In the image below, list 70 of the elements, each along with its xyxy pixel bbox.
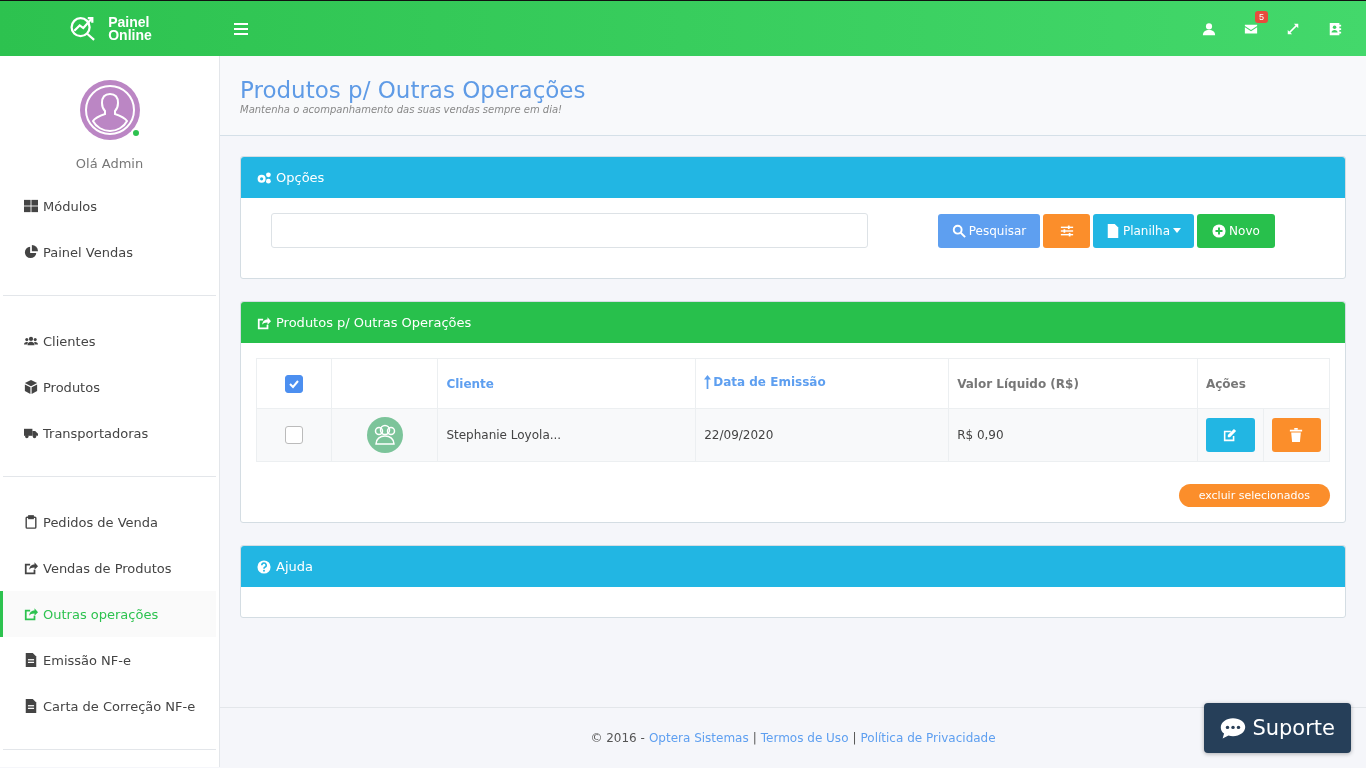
delete-selected-button[interactable]: excluir selecionados [1178, 484, 1330, 507]
column-header: Ações [1205, 376, 1246, 391]
page-subtitle: Mantenha o acompanhamento das suas vendas sempre em dia! [240, 104, 564, 115]
contact-book-icon [1328, 21, 1342, 36]
chat-icon [1220, 717, 1247, 739]
spreadsheet-button[interactable]: Planilha [1093, 213, 1194, 248]
checkbox[interactable] [284, 426, 303, 444]
greeting-text: Olá Admin [74, 156, 145, 171]
menu-icon [234, 21, 248, 36]
expand-icon [1286, 21, 1300, 36]
page-title: Produtos p/ Outras Operações [240, 76, 587, 104]
sidebar-item[interactable]: Clientes [0, 318, 216, 364]
table-cell: R$ 0,90 [957, 428, 1004, 442]
delete-button[interactable] [1271, 418, 1321, 452]
avatar-icon [79, 80, 140, 140]
new-button[interactable]: Novo [1197, 213, 1275, 248]
edit-icon [1223, 428, 1238, 442]
support-button[interactable]: Suporte [1204, 703, 1351, 753]
up-arrow-icon [704, 375, 712, 389]
table-cell: Stephanie Loyola... [446, 428, 562, 442]
panel-title: Ajuda [276, 559, 313, 574]
sidebar-item[interactable]: Módulos [0, 183, 216, 229]
sliders-icon [1059, 223, 1074, 238]
share-icon [256, 315, 272, 330]
share-icon [24, 561, 38, 575]
footer-link[interactable]: Optera Sistemas [648, 730, 749, 745]
column-header[interactable]: Cliente [446, 376, 494, 391]
sidebar-item[interactable]: Pedidos de Venda [0, 499, 216, 545]
grid-icon [24, 199, 38, 213]
search-button[interactable]: Pesquisar [938, 213, 1040, 248]
sidebar-item[interactable]: Outras operações [0, 591, 216, 637]
edit-button[interactable] [1205, 418, 1255, 452]
trash-icon [1289, 428, 1304, 442]
clipboard-icon [24, 515, 38, 529]
people-avatar-icon [366, 417, 403, 453]
unread-badge: 5 [1255, 10, 1268, 23]
box-icon [24, 380, 38, 394]
filter-button[interactable] [1043, 213, 1090, 248]
plus-circle-icon [1212, 223, 1227, 238]
column-header: Valor Líquido (R$) [957, 376, 1079, 391]
help-icon [256, 559, 272, 574]
sidebar-item[interactable]: Painel Vendas [0, 229, 216, 275]
document-icon [24, 653, 38, 667]
user-icon [1202, 21, 1216, 36]
sidebar-item[interactable]: Transportadoras [0, 410, 216, 456]
table-cell: 22/09/2020 [704, 428, 774, 442]
copyright-text: © 2016 - [590, 730, 645, 745]
caret-icon [1173, 228, 1182, 233]
column-header[interactable]: Data de Emissão [704, 375, 826, 389]
pie-chart-icon [24, 245, 38, 259]
search-icon [951, 223, 966, 238]
footer-link[interactable]: Termos de Uso [760, 730, 849, 745]
sidebar-item[interactable]: Vendas de Produtos [0, 545, 216, 591]
checkbox[interactable] [284, 374, 303, 393]
separator-text: | [852, 730, 857, 745]
footer-link[interactable]: Política de Privacidade [860, 730, 996, 745]
panel-title: Produtos p/ Outras Operações [276, 315, 472, 330]
search-field[interactable] [271, 213, 868, 248]
share-icon [24, 607, 38, 621]
separator-text: | [752, 730, 757, 745]
sidebar-item[interactable]: Produtos [0, 364, 216, 410]
sidebar-item[interactable]: Emissão NF-e [0, 637, 216, 683]
sidebar-item[interactable]: Carta de Correção NF-e [0, 683, 216, 729]
messages-button[interactable]: 5 [1232, 13, 1270, 44]
users-icon [24, 334, 38, 348]
brand-name: Painel Online [108, 15, 152, 42]
panel-title: Opções [276, 170, 325, 185]
document-icon [1105, 223, 1120, 238]
truck-icon [24, 426, 38, 440]
document-icon [24, 699, 38, 713]
